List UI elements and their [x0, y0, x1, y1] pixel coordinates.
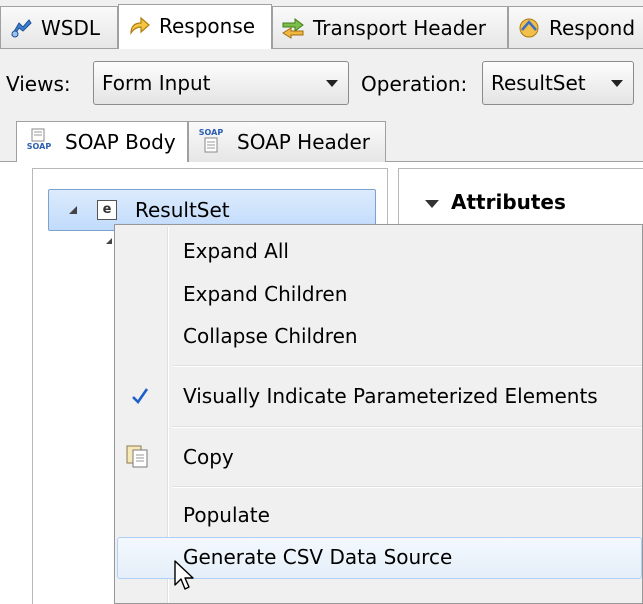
respond-icon — [519, 18, 539, 38]
checkmark-icon — [132, 388, 149, 405]
menu-separator — [173, 426, 642, 428]
views-select[interactable]: Form Input — [93, 61, 349, 105]
menu-item-label: Collapse Children — [183, 324, 358, 348]
menu-item-label: Populate — [183, 503, 270, 527]
editor-tab-bar: WSDL Response Transport Header Respond — [0, 0, 643, 49]
tab-soap-body[interactable]: SOAP SOAP Body — [16, 121, 188, 162]
menu-item-label: Expand Children — [183, 282, 348, 306]
element-badge-icon: e — [97, 200, 117, 220]
wsdl-icon — [11, 19, 32, 38]
menu-separator — [173, 365, 642, 367]
tab-label: SOAP Body — [65, 130, 176, 154]
chevron-down-icon — [611, 80, 623, 87]
tab-transport-header[interactable]: Transport Header — [272, 6, 508, 48]
menu-item-label: Visually Indicate Parameterized Elements — [183, 384, 598, 408]
menu-item-populate[interactable]: Populate — [117, 495, 642, 535]
tab-label: Transport Header — [313, 16, 487, 40]
view-operation-bar: Views: Form Input Operation: ResultSet — [0, 49, 643, 115]
menu-item-copy[interactable]: Copy — [117, 437, 642, 477]
tab-label: SOAP Header — [237, 130, 371, 154]
chevron-down-icon — [326, 80, 338, 87]
response-icon — [130, 16, 150, 35]
tab-label: Respond — [549, 16, 636, 40]
tab-label: Response — [159, 14, 256, 38]
menu-item-visually-indicate-parameterized[interactable]: Visually Indicate Parameterized Elements — [117, 376, 642, 416]
transport-header-icon — [282, 18, 304, 39]
tab-label: WSDL — [41, 16, 101, 40]
soap-icon-text: SOAP — [26, 142, 52, 151]
soap-icon-text: SOAP — [198, 128, 224, 137]
menu-item-label: Generate CSV Data Source — [183, 545, 453, 569]
soap-body-icon: SOAP — [25, 128, 53, 158]
operation-select-value: ResultSet — [491, 71, 586, 95]
menu-item-label: Copy — [183, 445, 234, 469]
mouse-cursor-icon — [174, 560, 194, 590]
menu-item-expand-children[interactable]: Expand Children — [117, 274, 642, 314]
tab-response[interactable]: Response — [118, 4, 272, 49]
views-label: Views: — [6, 72, 71, 96]
child-expanded-arrow-icon[interactable] — [106, 238, 112, 244]
menu-item-expand-all[interactable]: Expand All — [117, 231, 642, 271]
context-menu: Expand All Expand Children Collapse Chil… — [114, 224, 643, 604]
operation-select[interactable]: ResultSet — [482, 61, 634, 105]
menu-separator — [173, 486, 642, 488]
copy-icon — [126, 445, 148, 468]
tab-soap-header[interactable]: SOAP SOAP Header — [188, 121, 386, 162]
operation-label: Operation: — [361, 72, 468, 96]
expanded-arrow-icon[interactable] — [69, 206, 77, 214]
soap-tab-bar: SOAP SOAP Body SOAP SOAP Header — [0, 115, 643, 162]
collapse-triangle-icon[interactable] — [425, 200, 439, 208]
soap-header-icon: SOAP — [197, 128, 225, 158]
tab-wsdl[interactable]: WSDL — [0, 6, 118, 48]
tab-respond[interactable]: Respond — [508, 6, 643, 48]
element-badge-text: e — [102, 202, 112, 217]
attributes-title: Attributes — [451, 190, 566, 214]
views-select-value: Form Input — [102, 71, 211, 95]
menu-item-collapse-children[interactable]: Collapse Children — [117, 316, 642, 356]
menu-item-label: Expand All — [183, 239, 289, 263]
